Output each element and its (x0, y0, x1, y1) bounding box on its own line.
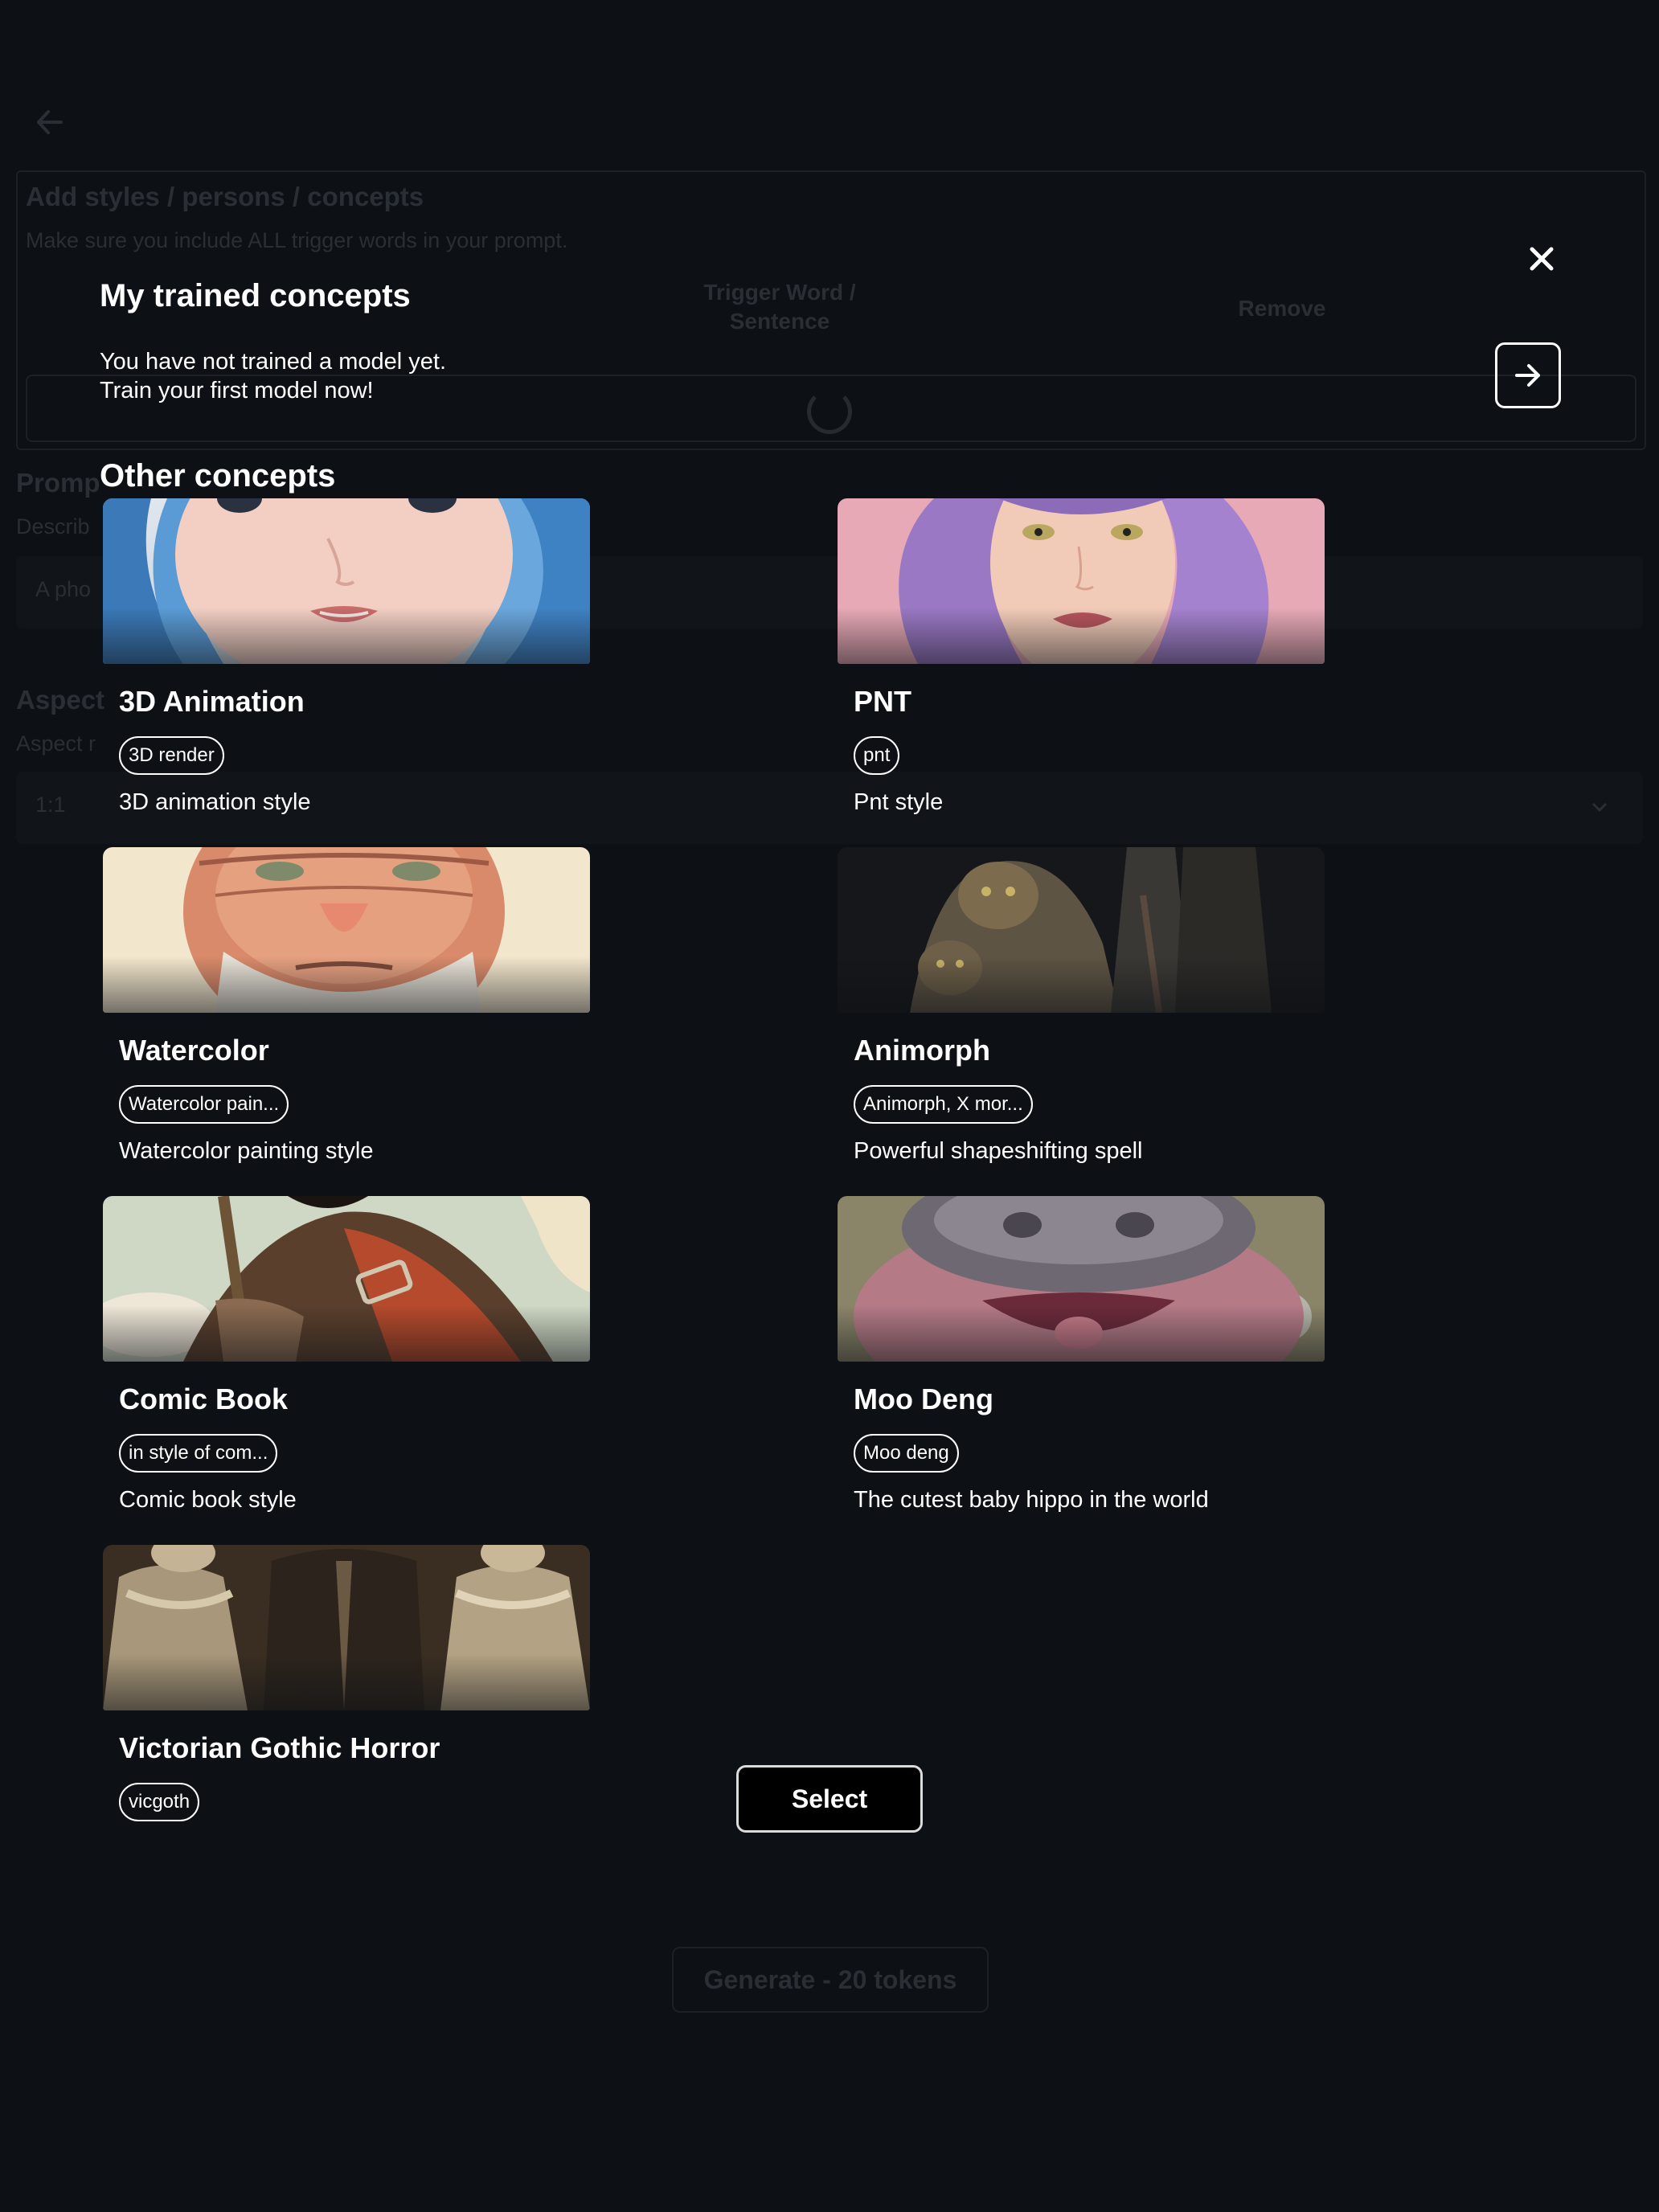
trigger-word-badge: vicgoth (119, 1783, 200, 1821)
prompt-placeholder: A pho (35, 577, 92, 601)
aspect-description: Aspect r (16, 731, 96, 756)
trigger-word-badge: Animorph, X mor... (854, 1085, 1033, 1124)
concept-description: Comic book style (119, 1487, 297, 1513)
aspect-value: 1:1 (35, 793, 66, 817)
panel-title: Add styles / persons / concepts (26, 182, 424, 211)
concept-card-victorian-gothic-horror[interactable]: Victorian Gothic Horror vicgoth (100, 1545, 590, 1882)
select-button[interactable]: Select (736, 1765, 923, 1833)
chevron-down-icon (1588, 796, 1611, 818)
concept-card-watercolor[interactable]: Watercolor Watercolor pain... Watercolor… (100, 847, 590, 1185)
concept-description: Powerful shapeshifting spell (854, 1138, 1143, 1164)
trigger-word-badge: Watercolor pain... (119, 1085, 289, 1124)
concept-description: The cutest baby hippo in the world (854, 1487, 1209, 1513)
concept-name: Victorian Gothic Horror (119, 1731, 440, 1764)
column-header-remove: Remove (1238, 296, 1326, 321)
close-icon[interactable] (1522, 240, 1561, 278)
trigger-word-badge: pnt (854, 736, 900, 775)
prompt-description: Describ (16, 514, 90, 539)
no-model-line-2: Train your first model now! (100, 378, 374, 403)
concept-name: Comic Book (119, 1382, 289, 1415)
column-header-trigger: Trigger Word / Sentence (703, 280, 856, 334)
loading-spinner-icon (807, 389, 852, 434)
concept-name: Animorph (854, 1034, 990, 1067)
arrow-right-icon (1515, 364, 1540, 387)
concept-card-comic-book[interactable]: Comic Book in style of com... Comic book… (100, 1196, 590, 1534)
concept-thumbnail (103, 1545, 590, 1710)
concept-card-animorph[interactable]: Animorph Animorph, X mor... Powerful sha… (834, 847, 1325, 1185)
trigger-word-badge: Moo deng (854, 1434, 959, 1473)
concept-thumbnail (103, 1196, 590, 1362)
my-trained-concepts-heading: My trained concepts (100, 278, 411, 313)
aspect-label: Aspect (16, 685, 105, 715)
concept-description: Pnt style (854, 789, 944, 815)
concept-thumbnail (838, 498, 1325, 664)
concept-card-3d-animation[interactable]: 3D Animation 3D render 3D animation styl… (100, 498, 590, 836)
no-model-line-1: You have not trained a model yet. (100, 349, 447, 375)
trigger-word-badge: 3D render (119, 736, 224, 775)
concept-description: Watercolor painting style (119, 1138, 374, 1164)
concept-thumbnail (838, 1196, 1325, 1362)
concept-name: 3D Animation (119, 685, 305, 718)
train-model-button[interactable] (1495, 342, 1561, 408)
concept-name: Moo Deng (854, 1382, 993, 1415)
concept-name: Watercolor (119, 1034, 269, 1067)
back-arrow-icon[interactable] (32, 104, 68, 140)
trigger-word-badge: in style of com... (119, 1434, 278, 1473)
concept-thumbnail (838, 847, 1325, 1013)
concept-thumbnail (103, 498, 590, 664)
generate-button[interactable]: Generate - 20 tokens (672, 1947, 989, 2013)
prompt-label: Promp (16, 468, 100, 498)
other-concepts-heading: Other concepts (100, 458, 336, 494)
concept-description: 3D animation style (119, 789, 311, 815)
no-model-message: You have not trained a model yet. Train … (100, 347, 446, 405)
concept-card-moo-deng[interactable]: Moo Deng Moo deng The cutest baby hippo … (834, 1196, 1325, 1534)
panel-subtitle: Make sure you include ALL trigger words … (26, 228, 568, 252)
concept-name: PNT (854, 685, 911, 718)
concept-thumbnail (103, 847, 590, 1013)
concept-card-pnt[interactable]: PNT pnt Pnt style (834, 498, 1325, 836)
